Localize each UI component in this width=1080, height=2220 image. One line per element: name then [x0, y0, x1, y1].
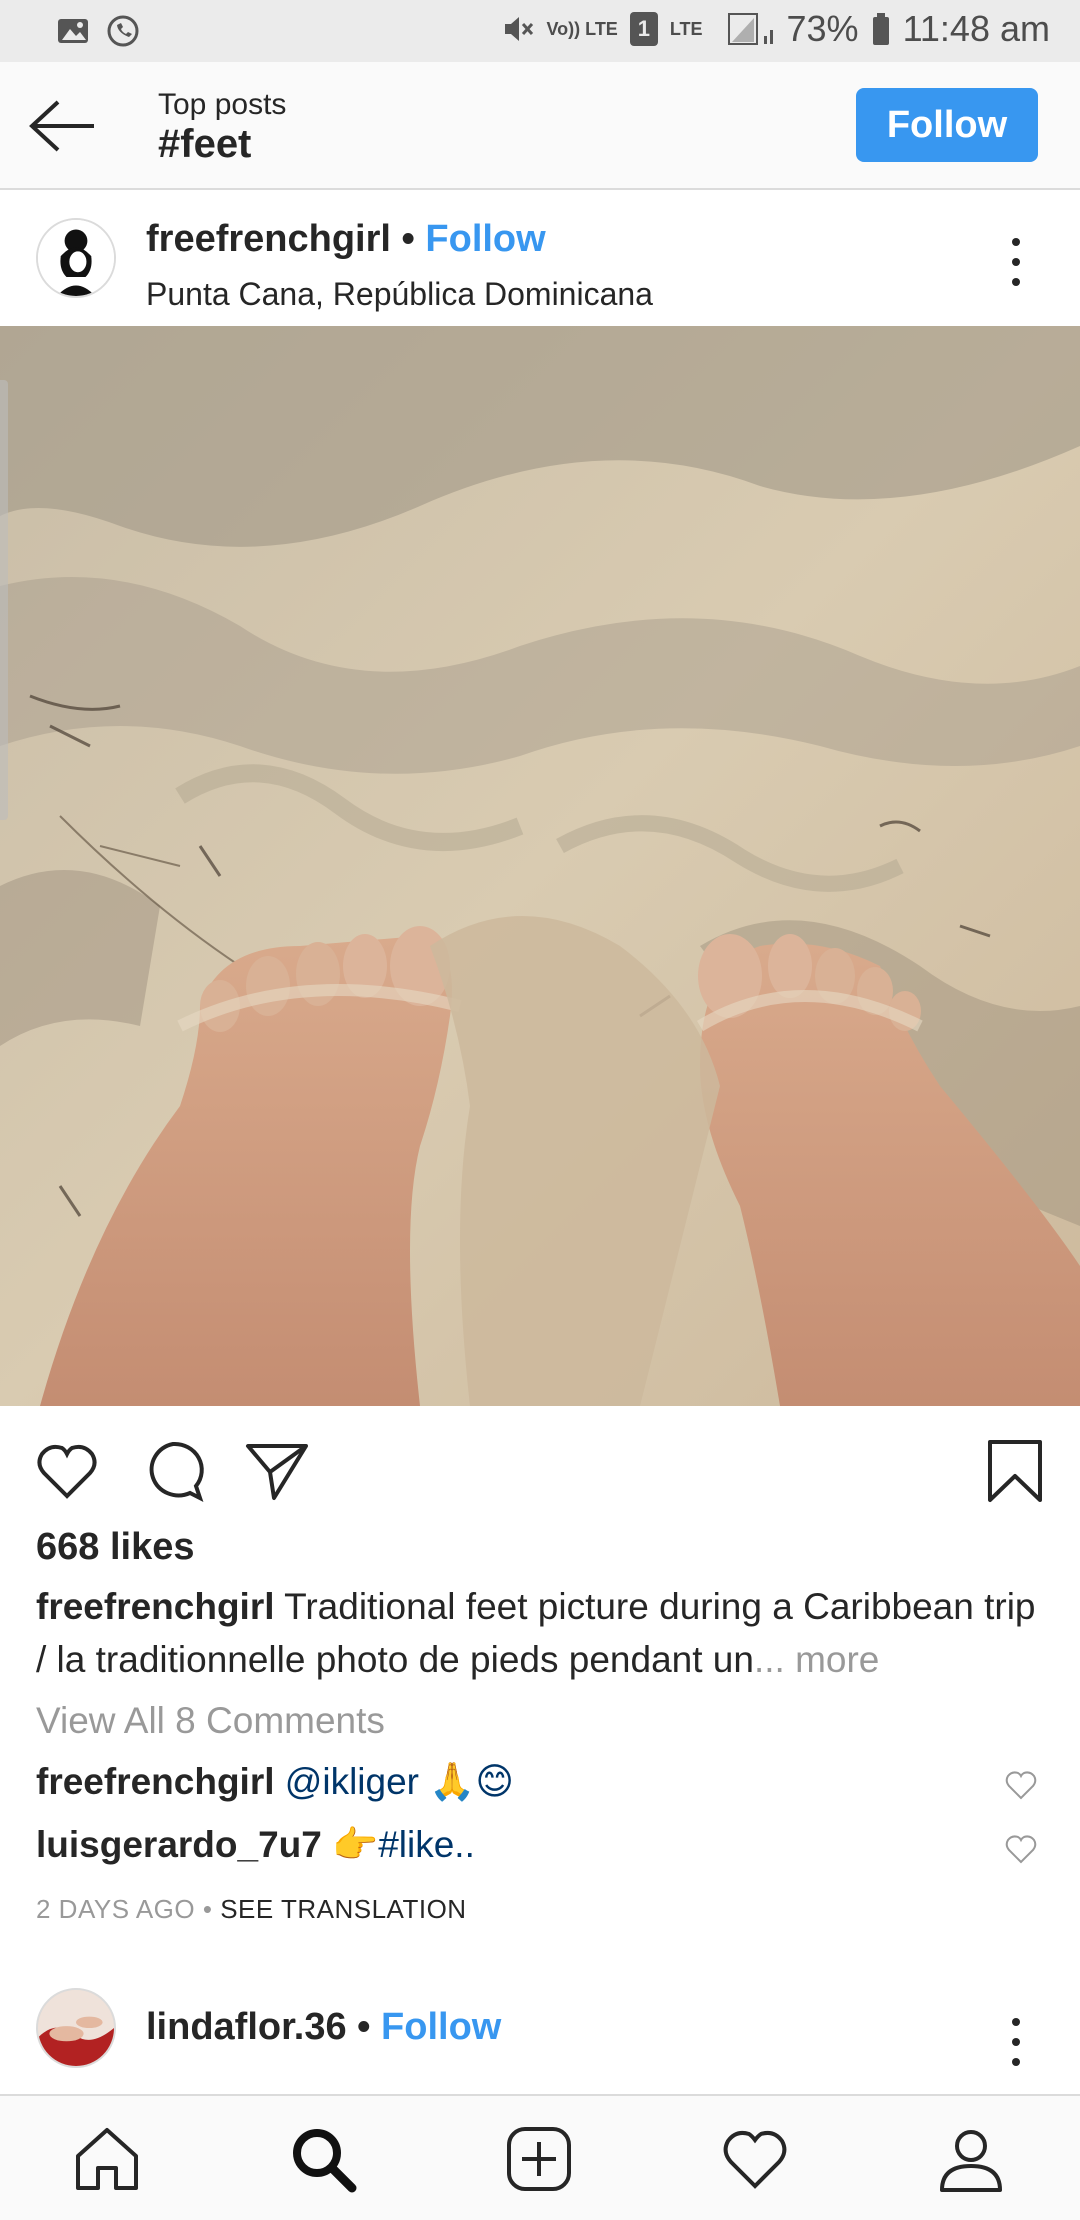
- gallery-icon: [58, 19, 88, 43]
- avatar-illustration-icon: [38, 220, 114, 296]
- post-location[interactable]: Punta Cana, República Dominicana: [146, 276, 653, 313]
- comment-row: freefrenchgirl @ikliger 🙏😊: [36, 1760, 514, 1804]
- profile-icon[interactable]: [936, 2124, 1006, 2194]
- follow-hashtag-button[interactable]: Follow: [856, 88, 1038, 162]
- sim-badge: 1: [629, 12, 658, 46]
- separator-dot: •: [390, 218, 426, 260]
- app-header: Top posts #feet Follow: [0, 62, 1080, 190]
- whatsapp-icon: [107, 15, 139, 47]
- scroll-edge-indicator: [0, 380, 8, 820]
- likes-count[interactable]: 668 likes: [36, 1526, 194, 1569]
- lte-label: LTE: [669, 19, 703, 39]
- save-bookmark-icon[interactable]: [982, 1438, 1048, 1504]
- comment-icon[interactable]: [140, 1438, 206, 1504]
- see-translation-link[interactable]: SEE TRANSLATION: [220, 1894, 466, 1924]
- next-post-username[interactable]: lindaflor.36: [146, 2006, 347, 2048]
- activity-heart-icon[interactable]: [720, 2124, 790, 2194]
- follow-user-link[interactable]: Follow: [425, 218, 545, 260]
- status-bar: Vo)) LTE 1 LTE 73% 11:48 am: [0, 0, 1080, 62]
- signal-icon: [727, 13, 773, 45]
- caption-more-link[interactable]: ... more: [754, 1639, 879, 1680]
- search-icon[interactable]: [288, 2124, 358, 2194]
- clock: 11:48 am: [902, 8, 1050, 49]
- comment-like-heart-icon[interactable]: [1004, 1768, 1038, 1802]
- hashtag-title: #feet: [158, 122, 252, 166]
- mute-icon: [504, 17, 533, 41]
- post-photo[interactable]: [0, 326, 1080, 1406]
- comment-username[interactable]: freefrenchgirl: [36, 1761, 275, 1802]
- comment-username[interactable]: luisgerardo_7u7: [36, 1824, 322, 1865]
- more-options-icon[interactable]: [1000, 2012, 1032, 2072]
- avatar[interactable]: [36, 218, 116, 298]
- next-post-author-line: lindaflor.36 • Follow: [146, 2006, 501, 2049]
- time-ago: 2 DAYS AGO: [36, 1894, 196, 1924]
- photo-content: [0, 326, 1080, 1406]
- header-subtitle: Top posts: [158, 88, 287, 121]
- battery-icon: [872, 13, 889, 45]
- follow-user-link[interactable]: Follow: [381, 2006, 501, 2048]
- back-arrow-icon[interactable]: [28, 96, 98, 156]
- comment-like-heart-icon[interactable]: [1004, 1832, 1038, 1866]
- home-icon[interactable]: [72, 2124, 142, 2194]
- comment-text: 👉#like..: [321, 1824, 475, 1865]
- volte-label: Vo)) LTE: [546, 19, 618, 39]
- more-options-icon[interactable]: [1000, 232, 1032, 292]
- post-actions: [0, 1406, 1080, 1526]
- like-heart-icon[interactable]: [34, 1438, 100, 1504]
- post-author-line: freefrenchgirl • Follow: [146, 218, 546, 261]
- post-timestamp-line: 2 DAYS AGO • SEE TRANSLATION: [36, 1894, 467, 1925]
- add-post-icon[interactable]: [504, 2124, 574, 2194]
- avatar[interactable]: [36, 1988, 116, 2068]
- comment-text: @ikliger 🙏😊: [274, 1761, 514, 1802]
- next-post-header: lindaflor.36 • Follow: [0, 1974, 1080, 2094]
- view-all-comments-link[interactable]: View All 8 Comments: [36, 1700, 385, 1742]
- post-header: freefrenchgirl • Follow Punta Cana, Repú…: [0, 192, 1080, 326]
- separator-dot: •: [346, 2006, 382, 2048]
- separator-dot: •: [195, 1894, 221, 1924]
- post-username[interactable]: freefrenchgirl: [146, 218, 391, 260]
- share-icon[interactable]: [244, 1438, 310, 1504]
- caption-username[interactable]: freefrenchgirl: [36, 1586, 275, 1627]
- post-caption: freefrenchgirl Traditional feet picture …: [36, 1580, 1046, 1686]
- avatar-photo-icon: [38, 1990, 114, 2066]
- bottom-navigation: [0, 2094, 1080, 2220]
- battery-percent: 73%: [786, 8, 859, 49]
- comment-row: luisgerardo_7u7 👉#like..: [36, 1824, 475, 1867]
